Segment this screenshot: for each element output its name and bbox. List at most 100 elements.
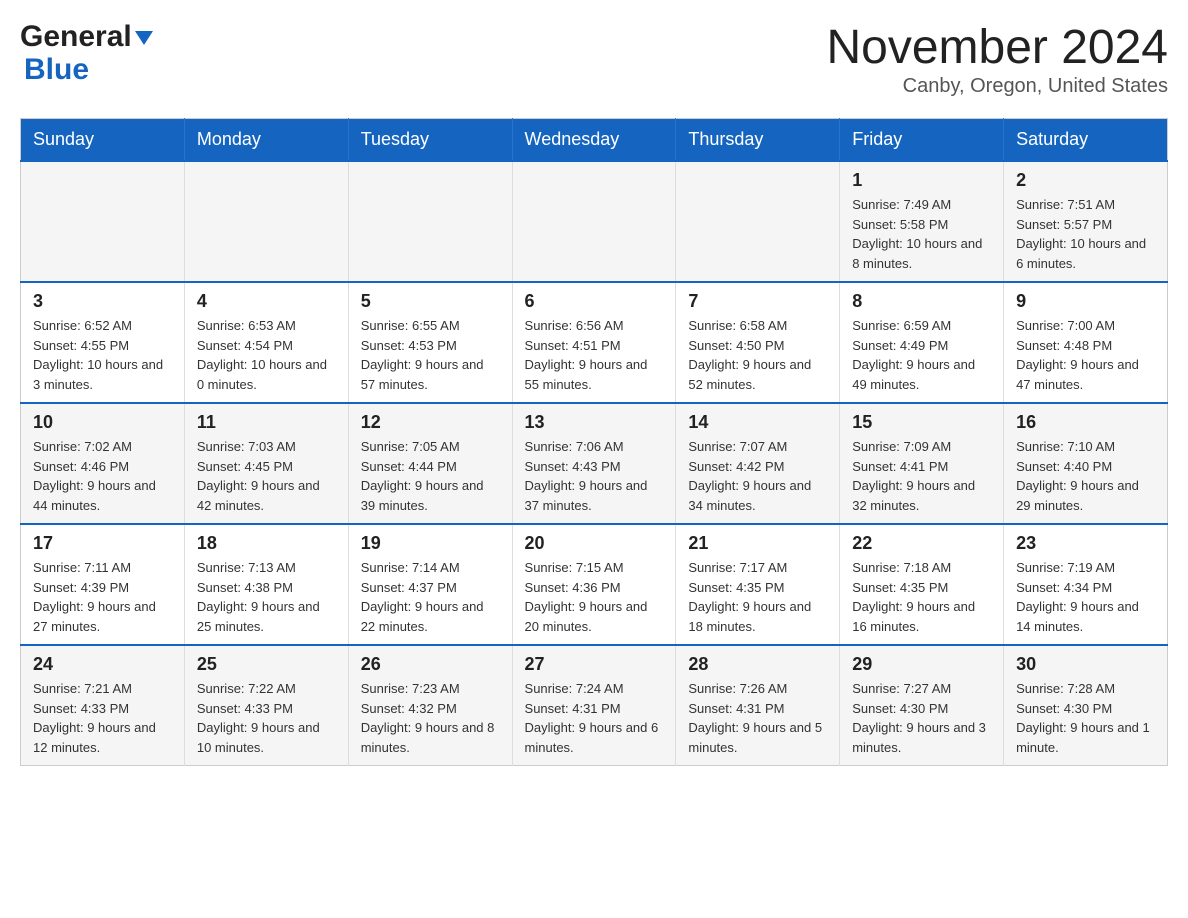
calendar-cell: 8Sunrise: 6:59 AMSunset: 4:49 PMDaylight…: [840, 282, 1004, 403]
header-day-wednesday: Wednesday: [512, 119, 676, 162]
day-info: Sunrise: 7:17 AMSunset: 4:35 PMDaylight:…: [688, 558, 827, 636]
day-number: 1: [852, 170, 991, 191]
day-info: Sunrise: 7:13 AMSunset: 4:38 PMDaylight:…: [197, 558, 336, 636]
calendar-cell: 5 Sunrise: 6:55 AMSunset: 4:53 PMDaylight…: [348, 282, 512, 403]
day-number: 16: [1016, 412, 1155, 433]
day-info: Sunrise: 6:53 AMSunset: 4:54 PMDaylight:…: [197, 316, 336, 394]
day-number: 5: [361, 291, 500, 312]
header-day-monday: Monday: [184, 119, 348, 162]
calendar-cell: 7Sunrise: 6:58 AMSunset: 4:50 PMDaylight…: [676, 282, 840, 403]
day-number: 3: [33, 291, 172, 312]
calendar-cell: 17 Sunrise: 7:11 AMSunset: 4:39 PMDayligh…: [21, 524, 185, 645]
header-day-sunday: Sunday: [21, 119, 185, 162]
calendar-cell: 12Sunrise: 7:05 AMSunset: 4:44 PMDayligh…: [348, 403, 512, 524]
day-number: 29: [852, 654, 991, 675]
day-info: Sunrise: 7:21 AMSunset: 4:33 PMDaylight:…: [33, 679, 172, 757]
calendar-cell: 19 Sunrise: 7:14 AMSunset: 4:37 PMDayligh…: [348, 524, 512, 645]
day-number: 30: [1016, 654, 1155, 675]
header-day-friday: Friday: [840, 119, 1004, 162]
calendar-cell: 14 Sunrise: 7:07 AMSunset: 4:42 PMDayligh…: [676, 403, 840, 524]
day-number: 19: [361, 533, 500, 554]
calendar-cell: 23 Sunrise: 7:19 AMSunset: 4:34 PMDayligh…: [1004, 524, 1168, 645]
calendar-cell: [184, 161, 348, 282]
calendar-cell: 24 Sunrise: 7:21 AMSunset: 4:33 PMDayligh…: [21, 645, 185, 766]
day-number: 27: [525, 654, 664, 675]
day-number: 9: [1016, 291, 1155, 312]
calendar-cell: 9Sunrise: 7:00 AMSunset: 4:48 PMDaylight…: [1004, 282, 1168, 403]
day-info: Sunrise: 7:09 AMSunset: 4:41 PMDaylight:…: [852, 437, 991, 515]
title-section: November 2024 Canby, Oregon, United Stat…: [826, 20, 1168, 98]
calendar-title: November 2024: [826, 20, 1168, 75]
day-info: Sunrise: 7:02 AMSunset: 4:46 PMDaylight:…: [33, 437, 172, 515]
day-info: Sunrise: 7:23 AMSunset: 4:32 PMDaylight:…: [361, 679, 500, 757]
day-number: 15: [852, 412, 991, 433]
logo-text: General Blue: [20, 20, 153, 86]
day-info: Sunrise: 7:03 AMSunset: 4:45 PMDaylight:…: [197, 437, 336, 515]
calendar-cell: 3 Sunrise: 6:52 AMSunset: 4:55 PMDaylight…: [21, 282, 185, 403]
day-info: Sunrise: 6:52 AMSunset: 4:55 PMDaylight:…: [33, 316, 172, 394]
logo: General Blue: [20, 20, 153, 86]
logo-general: General: [20, 20, 132, 53]
day-number: 28: [688, 654, 827, 675]
calendar-cell: 27Sunrise: 7:24 AMSunset: 4:31 PMDayligh…: [512, 645, 676, 766]
header-day-thursday: Thursday: [676, 119, 840, 162]
calendar-header-row: SundayMondayTuesdayWednesdayThursdayFrid…: [21, 119, 1168, 162]
day-number: 24: [33, 654, 172, 675]
day-info: Sunrise: 7:07 AMSunset: 4:42 PMDaylight:…: [688, 437, 827, 515]
calendar-cell: 13Sunrise: 7:06 AMSunset: 4:43 PMDayligh…: [512, 403, 676, 524]
calendar-cell: [21, 161, 185, 282]
calendar-cell: 28 Sunrise: 7:26 AMSunset: 4:31 PMDayligh…: [676, 645, 840, 766]
page-header: General Blue November 2024 Canby, Oregon…: [20, 20, 1168, 98]
day-info: Sunrise: 7:14 AMSunset: 4:37 PMDaylight:…: [361, 558, 500, 636]
calendar-cell: 10Sunrise: 7:02 AMSunset: 4:46 PMDayligh…: [21, 403, 185, 524]
day-info: Sunrise: 7:28 AMSunset: 4:30 PMDaylight:…: [1016, 679, 1155, 757]
calendar-body: 1Sunrise: 7:49 AMSunset: 5:58 PMDaylight…: [21, 161, 1168, 766]
calendar-cell: 30 Sunrise: 7:28 AMSunset: 4:30 PMDayligh…: [1004, 645, 1168, 766]
day-number: 25: [197, 654, 336, 675]
calendar-cell: [512, 161, 676, 282]
day-info: Sunrise: 6:56 AMSunset: 4:51 PMDaylight:…: [525, 316, 664, 394]
calendar-week-4: 17 Sunrise: 7:11 AMSunset: 4:39 PMDayligh…: [21, 524, 1168, 645]
day-info: Sunrise: 7:15 AMSunset: 4:36 PMDaylight:…: [525, 558, 664, 636]
day-number: 2: [1016, 170, 1155, 191]
day-info: Sunrise: 7:10 AMSunset: 4:40 PMDaylight:…: [1016, 437, 1155, 515]
header-day-saturday: Saturday: [1004, 119, 1168, 162]
calendar-cell: 25 Sunrise: 7:22 AMSunset: 4:33 PMDayligh…: [184, 645, 348, 766]
day-info: Sunrise: 6:58 AMSunset: 4:50 PMDaylight:…: [688, 316, 827, 394]
logo-blue: Blue: [24, 53, 89, 86]
calendar-cell: 16 Sunrise: 7:10 AMSunset: 4:40 PMDayligh…: [1004, 403, 1168, 524]
calendar-cell: [348, 161, 512, 282]
day-number: 18: [197, 533, 336, 554]
day-number: 26: [361, 654, 500, 675]
day-info: Sunrise: 6:59 AMSunset: 4:49 PMDaylight:…: [852, 316, 991, 394]
day-number: 12: [361, 412, 500, 433]
day-number: 21: [688, 533, 827, 554]
day-info: Sunrise: 7:06 AMSunset: 4:43 PMDaylight:…: [525, 437, 664, 515]
day-number: 23: [1016, 533, 1155, 554]
calendar-subtitle: Canby, Oregon, United States: [826, 75, 1168, 98]
calendar-cell: 29 Sunrise: 7:27 AMSunset: 4:30 PMDayligh…: [840, 645, 1004, 766]
calendar-cell: 21 Sunrise: 7:17 AMSunset: 4:35 PMDayligh…: [676, 524, 840, 645]
calendar-cell: 20 Sunrise: 7:15 AMSunset: 4:36 PMDayligh…: [512, 524, 676, 645]
header-day-tuesday: Tuesday: [348, 119, 512, 162]
calendar-cell: 11Sunrise: 7:03 AMSunset: 4:45 PMDayligh…: [184, 403, 348, 524]
day-info: Sunrise: 7:19 AMSunset: 4:34 PMDaylight:…: [1016, 558, 1155, 636]
calendar-cell: 6Sunrise: 6:56 AMSunset: 4:51 PMDaylight…: [512, 282, 676, 403]
calendar-table: SundayMondayTuesdayWednesdayThursdayFrid…: [20, 118, 1168, 766]
day-number: 17: [33, 533, 172, 554]
day-info: Sunrise: 7:27 AMSunset: 4:30 PMDaylight:…: [852, 679, 991, 757]
day-info: Sunrise: 6:55 AMSunset: 4:53 PMDaylight:…: [361, 316, 500, 394]
day-info: Sunrise: 7:22 AMSunset: 4:33 PMDaylight:…: [197, 679, 336, 757]
day-number: 4: [197, 291, 336, 312]
calendar-week-1: 1Sunrise: 7:49 AMSunset: 5:58 PMDaylight…: [21, 161, 1168, 282]
calendar-week-5: 24 Sunrise: 7:21 AMSunset: 4:33 PMDayligh…: [21, 645, 1168, 766]
day-number: 20: [525, 533, 664, 554]
day-number: 22: [852, 533, 991, 554]
day-number: 14: [688, 412, 827, 433]
calendar-cell: 1Sunrise: 7:49 AMSunset: 5:58 PMDaylight…: [840, 161, 1004, 282]
day-info: Sunrise: 7:11 AMSunset: 4:39 PMDaylight:…: [33, 558, 172, 636]
day-info: Sunrise: 7:18 AMSunset: 4:35 PMDaylight:…: [852, 558, 991, 636]
day-info: Sunrise: 7:26 AMSunset: 4:31 PMDaylight:…: [688, 679, 827, 757]
calendar-cell: 22 Sunrise: 7:18 AMSunset: 4:35 PMDayligh…: [840, 524, 1004, 645]
calendar-week-3: 10Sunrise: 7:02 AMSunset: 4:46 PMDayligh…: [21, 403, 1168, 524]
